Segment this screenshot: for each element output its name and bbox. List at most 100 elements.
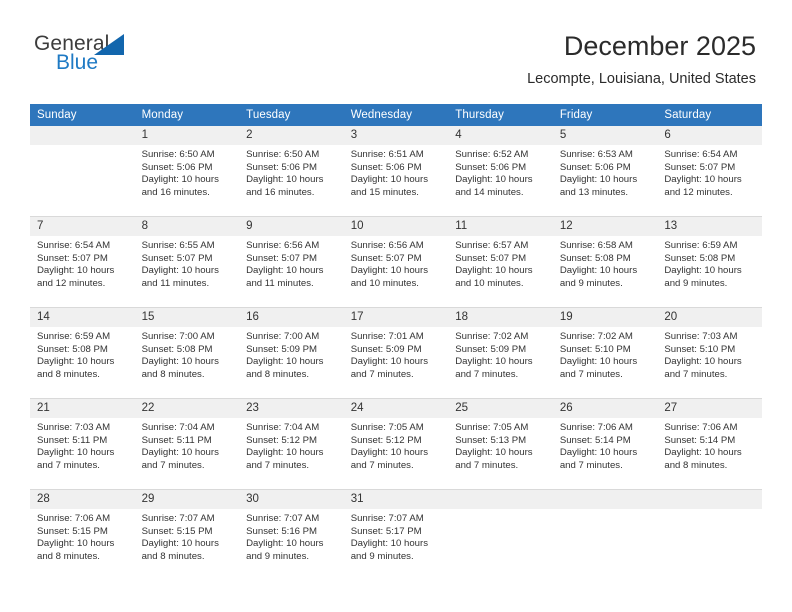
daylight-text-line2: and 7 minutes. [455,459,519,471]
day-cell[interactable] [657,489,762,580]
day-cell[interactable]: 2 Sunrise: 6:50 AM Sunset: 5:06 PM Dayli… [239,126,344,217]
day-cell[interactable]: 27 Sunrise: 7:06 AM Sunset: 5:14 PM Dayl… [657,398,762,490]
daylight-text-line1: Daylight: 10 hours [350,174,429,186]
sunrise-sunset-calendar: Sunday Monday Tuesday Wednesday Thursday… [30,104,762,580]
day-details: Sunrise: 6:55 AM Sunset: 5:07 PM Dayligh… [135,236,240,290]
day-cell[interactable]: 8 Sunrise: 6:55 AM Sunset: 5:07 PM Dayli… [134,216,240,308]
day-number: 26 [552,399,658,418]
day-cell[interactable]: 24 Sunrise: 7:05 AM Sunset: 5:12 PM Dayl… [343,398,449,490]
day-number: 12 [552,217,658,236]
sunset-text: Sunset: 5:08 PM [559,252,631,264]
day-details: Sunrise: 7:04 AM Sunset: 5:11 PM Dayligh… [135,418,240,472]
day-number: 23 [239,399,344,418]
daylight-text-line1: Daylight: 10 hours [664,356,742,368]
day-cell[interactable]: 22 Sunrise: 7:04 AM Sunset: 5:11 PM Dayl… [134,398,240,490]
daylight-text-line1: Daylight: 10 hours [246,265,324,277]
day-details [657,509,762,513]
sunset-text: Sunset: 5:15 PM [141,525,213,537]
daylight-text-line1: Daylight: 10 hours [350,265,429,277]
day-number: 7 [30,217,135,236]
daylight-text-line2: and 7 minutes. [455,368,519,380]
day-cell[interactable]: 17 Sunrise: 7:01 AM Sunset: 5:09 PM Dayl… [343,307,449,399]
daylight-text-line2: and 8 minutes. [37,368,100,380]
day-cell[interactable]: 19 Sunrise: 7:02 AM Sunset: 5:10 PM Dayl… [552,307,658,399]
day-cell[interactable]: 26 Sunrise: 7:06 AM Sunset: 5:14 PM Dayl… [552,398,658,490]
day-number: 30 [239,490,344,509]
day-cell[interactable]: 6 Sunrise: 6:54 AM Sunset: 5:07 PM Dayli… [657,126,762,217]
title-block: December 2025 Lecompte, Louisiana, Unite… [527,30,756,88]
sunrise-text: Sunrise: 7:06 AM [559,422,633,433]
daylight-text-line2: and 12 minutes. [37,277,106,289]
day-number [448,490,553,509]
day-cell[interactable]: 18 Sunrise: 7:02 AM Sunset: 5:09 PM Dayl… [448,307,553,399]
day-cell[interactable]: 12 Sunrise: 6:58 AM Sunset: 5:08 PM Dayl… [552,216,658,308]
day-cell[interactable] [552,489,658,580]
sunset-text: Sunset: 5:07 PM [664,161,736,173]
sunset-text: Sunset: 5:06 PM [455,161,527,173]
daylight-text-line2: and 13 minutes. [559,186,629,198]
day-cell[interactable]: 25 Sunrise: 7:05 AM Sunset: 5:13 PM Dayl… [448,398,553,490]
page-header: General Blue December 2025 Lecompte, Lou… [0,0,792,104]
day-cell[interactable]: 20 Sunrise: 7:03 AM Sunset: 5:10 PM Dayl… [657,307,762,399]
daylight-text-line2: and 9 minutes. [350,550,414,562]
sunset-text: Sunset: 5:07 PM [350,252,422,264]
day-cell[interactable]: 10 Sunrise: 6:56 AM Sunset: 5:07 PM Dayl… [343,216,449,308]
day-number: 17 [343,308,449,327]
day-cell[interactable]: 15 Sunrise: 7:00 AM Sunset: 5:08 PM Dayl… [134,307,240,399]
day-cell[interactable] [30,126,135,217]
day-number [552,490,658,509]
day-details: Sunrise: 7:07 AM Sunset: 5:15 PM Dayligh… [135,509,240,563]
sunset-text: Sunset: 5:06 PM [350,161,422,173]
day-details: Sunrise: 7:03 AM Sunset: 5:11 PM Dayligh… [30,418,135,472]
day-cell[interactable]: 3 Sunrise: 6:51 AM Sunset: 5:06 PM Dayli… [343,126,449,217]
day-number: 28 [30,490,135,509]
day-cell[interactable]: 29 Sunrise: 7:07 AM Sunset: 5:15 PM Dayl… [134,489,240,580]
day-cell[interactable]: 23 Sunrise: 7:04 AM Sunset: 5:12 PM Dayl… [239,398,344,490]
day-cell[interactable]: 28 Sunrise: 7:06 AM Sunset: 5:15 PM Dayl… [30,489,135,580]
daylight-text-line2: and 8 minutes. [246,368,310,380]
daylight-text-line1: Daylight: 10 hours [350,447,429,459]
day-cell[interactable]: 11 Sunrise: 6:57 AM Sunset: 5:07 PM Dayl… [448,216,553,308]
day-cell[interactable]: 14 Sunrise: 6:59 AM Sunset: 5:08 PM Dayl… [30,307,135,399]
daylight-text-line1: Daylight: 10 hours [350,538,429,550]
sunrise-text: Sunrise: 6:54 AM [664,149,738,160]
daylight-text-line2: and 7 minutes. [559,459,623,471]
day-cell[interactable]: 13 Sunrise: 6:59 AM Sunset: 5:08 PM Dayl… [657,216,762,308]
daylight-text-line1: Daylight: 10 hours [141,174,219,186]
day-cell[interactable]: 1 Sunrise: 6:50 AM Sunset: 5:06 PM Dayli… [134,126,240,217]
day-cell[interactable]: 7 Sunrise: 6:54 AM Sunset: 5:07 PM Dayli… [30,216,135,308]
daylight-text-line2: and 8 minutes. [664,459,728,471]
sunrise-text: Sunrise: 7:07 AM [246,513,320,524]
day-cell[interactable]: 16 Sunrise: 7:00 AM Sunset: 5:09 PM Dayl… [239,307,344,399]
sunset-text: Sunset: 5:15 PM [37,525,108,537]
day-cell[interactable]: 31 Sunrise: 7:07 AM Sunset: 5:17 PM Dayl… [343,489,449,580]
day-cell[interactable]: 21 Sunrise: 7:03 AM Sunset: 5:11 PM Dayl… [30,398,135,490]
sunset-text: Sunset: 5:07 PM [455,252,527,264]
daylight-text-line1: Daylight: 10 hours [37,265,115,277]
day-details: Sunrise: 6:53 AM Sunset: 5:06 PM Dayligh… [553,145,658,199]
weekday-header-thursday: Thursday [448,104,553,126]
day-cell[interactable] [448,489,553,580]
sunrise-text: Sunrise: 6:50 AM [141,149,215,160]
general-blue-logo[interactable]: General Blue [34,33,214,83]
sunset-text: Sunset: 5:14 PM [664,434,736,446]
sunset-text: Sunset: 5:14 PM [559,434,631,446]
day-number: 24 [343,399,449,418]
weekday-header-sunday: Sunday [30,104,135,126]
day-cell[interactable]: 30 Sunrise: 7:07 AM Sunset: 5:16 PM Dayl… [239,489,344,580]
day-number: 1 [134,126,240,145]
sunrise-text: Sunrise: 7:05 AM [350,422,424,433]
sunrise-text: Sunrise: 7:05 AM [455,422,529,433]
daylight-text-line1: Daylight: 10 hours [455,447,533,459]
day-details: Sunrise: 7:01 AM Sunset: 5:09 PM Dayligh… [344,327,449,381]
day-cell[interactable]: 4 Sunrise: 6:52 AM Sunset: 5:06 PM Dayli… [448,126,553,217]
sunrise-text: Sunrise: 6:50 AM [246,149,320,160]
daylight-text-line1: Daylight: 10 hours [664,174,742,186]
day-cell[interactable]: 5 Sunrise: 6:53 AM Sunset: 5:06 PM Dayli… [552,126,658,217]
day-details: Sunrise: 6:50 AM Sunset: 5:06 PM Dayligh… [239,145,344,199]
calendar-page: General Blue December 2025 Lecompte, Lou… [0,0,792,612]
day-details [553,509,658,513]
sunset-text: Sunset: 5:07 PM [37,252,108,264]
day-cell[interactable]: 9 Sunrise: 6:56 AM Sunset: 5:07 PM Dayli… [239,216,344,308]
sunrise-text: Sunrise: 6:52 AM [455,149,529,160]
